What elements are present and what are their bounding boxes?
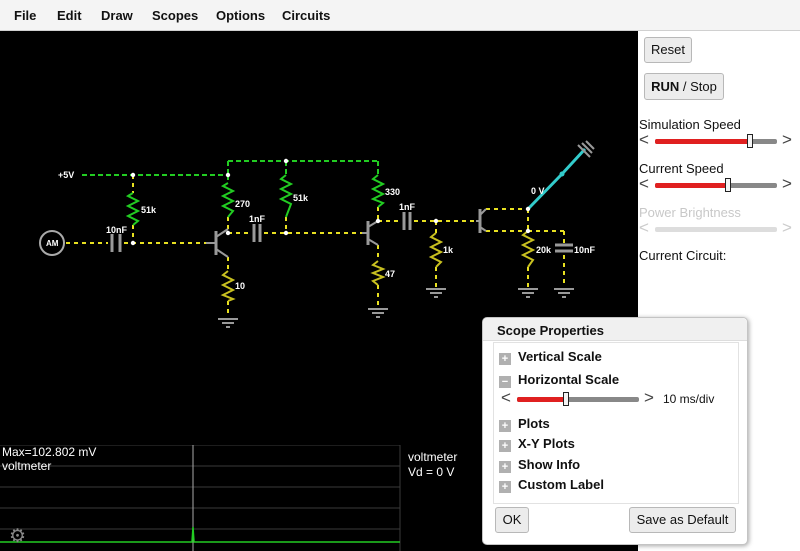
menu-options[interactable]: Options [216,8,265,23]
resistor-330 [370,174,386,208]
section-label: X-Y Plots [518,436,575,451]
label-c1: 10nF [106,225,128,235]
plus-icon[interactable]: + [499,353,511,365]
resistor-10 [220,270,236,302]
section-custom-label[interactable]: + Custom Label [499,477,604,493]
plus-icon[interactable]: + [499,420,511,432]
resistor-20k [520,230,536,268]
label-r2: 270 [235,199,250,209]
power-brightness-label: Power Brightness [639,205,741,220]
label-r6: 47 [385,269,395,279]
menu-file[interactable]: File [14,8,36,23]
stop-label: / Stop [682,79,717,94]
ok-button[interactable]: OK [495,507,529,533]
menu-scopes[interactable]: Scopes [152,8,198,23]
section-xy-plots[interactable]: + X-Y Plots [499,436,575,452]
ok-label: OK [502,512,522,527]
current-circuit-label: Current Circuit: [639,248,727,263]
power-brightness-slider: < > [638,218,798,237]
chevron-right-icon[interactable]: > [644,388,654,408]
resistor-47 [370,260,386,286]
scope-name-right: voltmeter [408,450,458,464]
section-horizontal-scale[interactable]: − Horizontal Scale [499,372,619,388]
section-label: Plots [518,416,550,431]
gear-icon[interactable]: ⚙ [9,525,26,548]
label-r8: 20k [536,245,552,255]
scope-properties-dialog: Scope Properties + Vertical Scale − Horizo… [482,317,748,545]
plus-icon[interactable]: + [499,461,511,473]
minus-icon[interactable]: − [499,376,511,388]
scope-max-text: Max=102.802 mV [2,445,97,459]
label-r4: 330 [385,187,400,197]
chevron-left-icon[interactable]: < [501,388,511,408]
chevron-right-icon: > [782,218,792,237]
chevron-right-icon[interactable]: > [782,174,792,194]
section-show-info[interactable]: + Show Info [499,457,580,473]
chevron-left-icon[interactable]: < [639,130,649,150]
label-probe: 0 V [531,186,545,196]
sim-speed-label: Simulation Speed [639,117,741,132]
label-c4: 10nF [574,245,596,255]
section-label: Custom Label [518,477,604,492]
reset-button[interactable]: Reset [644,37,692,63]
section-plots[interactable]: + Plots [499,416,550,432]
menu-circuits[interactable]: Circuits [282,8,330,23]
scope-name-left: voltmeter [2,459,52,473]
section-label: Vertical Scale [518,349,602,364]
current-speed-slider[interactable]: < > [638,174,798,193]
hscale-slider[interactable]: < > [501,388,661,407]
save-as-default-button[interactable]: Save as Default [629,507,736,533]
menu-bar: File Edit Draw Scopes Options Circuits [0,0,800,31]
resistor-51k-2 [278,174,294,218]
supply-label: +5V [58,170,74,180]
chevron-left-icon[interactable]: < [639,174,649,194]
resistor-270 [220,182,236,218]
hscale-value: 10 ms/div [663,392,715,406]
label-c3: 1nF [399,202,416,212]
label-r5: 10 [235,281,245,291]
save-default-label: Save as Default [636,512,729,527]
sim-speed-slider[interactable]: < > [638,130,798,149]
reset-label: Reset [651,42,685,57]
label-c2: 1nF [249,214,266,224]
label-r1: 51k [141,205,157,215]
dialog-titlebar[interactable]: Scope Properties [483,318,747,341]
run-stop-button[interactable]: RUN / Stop [644,73,724,100]
run-label: RUN [651,79,680,94]
scope-vd-text: Vd = 0 V [408,465,455,479]
menu-draw[interactable]: Draw [101,8,133,23]
section-label: Show Info [518,457,581,472]
chevron-left-icon: < [639,218,649,237]
resistor-1k [428,232,444,268]
plus-icon[interactable]: + [499,440,511,452]
label-r3: 51k [293,193,309,203]
menu-edit[interactable]: Edit [57,8,82,23]
section-label: Horizontal Scale [518,372,620,387]
ammeter-label: AM [46,239,59,248]
dialog-title: Scope Properties [497,323,604,338]
plus-icon[interactable]: + [499,481,511,493]
current-speed-label: Current Speed [639,161,724,176]
chevron-right-icon[interactable]: > [782,130,792,150]
resistor-51k-1 [125,192,141,226]
section-vertical-scale[interactable]: + Vertical Scale [499,349,602,365]
label-r7: 1k [443,245,454,255]
